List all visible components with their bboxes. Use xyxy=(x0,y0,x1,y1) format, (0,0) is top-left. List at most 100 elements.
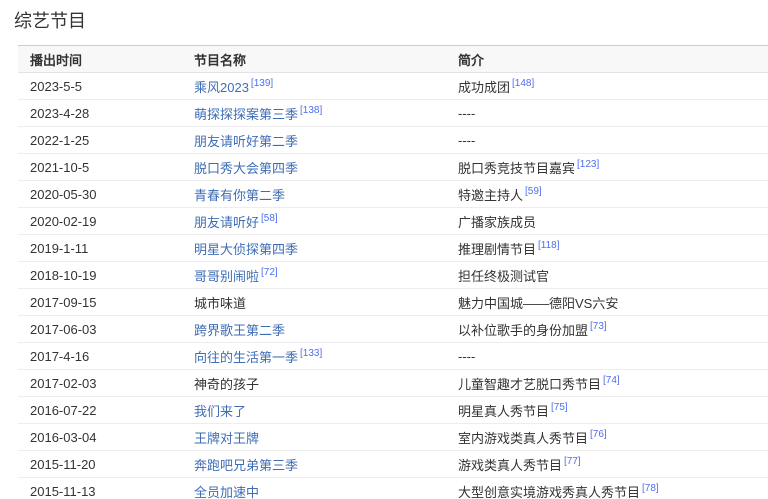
show-name-link[interactable]: 向往的生活第一季 xyxy=(194,350,298,365)
show-name-link[interactable]: 跨界歌王第二季 xyxy=(194,323,285,338)
show-name-link[interactable]: 萌探探探案第三季 xyxy=(194,107,298,122)
cell-intro: ---- xyxy=(446,127,768,154)
intro-text: 广播家族成员 xyxy=(458,215,536,230)
col-header-show-name: 节目名称 xyxy=(182,46,446,73)
cell-intro: 儿童智趣才艺脱口秀节目[74] xyxy=(446,370,768,397)
show-name-text: 神奇的孩子 xyxy=(194,377,259,392)
cell-show-name: 神奇的孩子 xyxy=(182,370,446,397)
cell-intro: 推理剧情节目[118] xyxy=(446,235,768,262)
cell-air-date: 2016-03-04 xyxy=(18,424,182,451)
show-name-link[interactable]: 青春有你第二季 xyxy=(194,188,285,203)
table-row: 2015-11-13全员加速中大型创意实境游戏秀真人秀节目[78] xyxy=(18,478,768,499)
cell-air-date: 2022-1-25 xyxy=(18,127,182,154)
cell-intro: 担任终极测试官 xyxy=(446,262,768,289)
show-name-text: 城市味道 xyxy=(194,296,246,311)
reference-link[interactable]: [72] xyxy=(261,267,278,278)
cell-show-name: 乘风2023[139] xyxy=(182,73,446,100)
show-name-link[interactable]: 朋友请听好第二季 xyxy=(194,134,298,149)
cell-show-name: 王牌对王牌 xyxy=(182,424,446,451)
cell-air-date: 2020-02-19 xyxy=(18,208,182,235)
reference-link[interactable]: [75] xyxy=(551,402,568,413)
cell-air-date: 2019-1-11 xyxy=(18,235,182,262)
reference-link[interactable]: [58] xyxy=(261,213,278,224)
cell-intro: 室内游戏类真人秀节目[76] xyxy=(446,424,768,451)
cell-show-name: 向往的生活第一季[133] xyxy=(182,343,446,370)
intro-text: ---- xyxy=(458,106,475,121)
table-row: 2020-05-30青春有你第二季特邀主持人[59] xyxy=(18,181,768,208)
cell-intro: 脱口秀竞技节目嘉宾[123] xyxy=(446,154,768,181)
cell-air-date: 2023-4-28 xyxy=(18,100,182,127)
intro-text: 儿童智趣才艺脱口秀节目 xyxy=(458,377,601,392)
cell-intro: 以补位歌手的身份加盟[73] xyxy=(446,316,768,343)
table-row: 2019-1-11 明星大侦探第四季 推理剧情节目[118] xyxy=(18,235,768,262)
cell-show-name: 萌探探探案第三季[138] xyxy=(182,100,446,127)
table-row: 2020-02-19 朋友请听好[58] 广播家族成员 xyxy=(18,208,768,235)
show-name-link[interactable]: 朋友请听好 xyxy=(194,215,259,230)
cell-air-date: 2023-5-5 xyxy=(18,73,182,100)
table-row: 2015-11-20 奔跑吧兄弟第三季 游戏类真人秀节目[77] xyxy=(18,451,768,478)
cell-air-date: 2017-06-03 xyxy=(18,316,182,343)
reference-link[interactable]: [73] xyxy=(590,321,607,332)
cell-intro: ---- xyxy=(446,100,768,127)
intro-text: 担任终极测试官 xyxy=(458,269,549,284)
cell-intro: 魅力中国城——德阳VS六安 xyxy=(446,289,768,316)
cell-intro: 明星真人秀节目[75] xyxy=(446,397,768,424)
show-name-link[interactable]: 我们来了 xyxy=(194,404,246,419)
intro-text: 游戏类真人秀节目 xyxy=(458,458,562,473)
cell-air-date: 2017-4-16 xyxy=(18,343,182,370)
cell-show-name: 明星大侦探第四季 xyxy=(182,235,446,262)
reference-link[interactable]: [138] xyxy=(300,105,322,116)
table-row: 2016-07-22 我们来了 明星真人秀节目[75] xyxy=(18,397,768,424)
reference-link[interactable]: [77] xyxy=(564,456,581,467)
cell-air-date: 2015-11-20 xyxy=(18,451,182,478)
cell-air-date: 2018-10-19 xyxy=(18,262,182,289)
cell-show-name: 脱口秀大会第四季 xyxy=(182,154,446,181)
table-row: 2017-4-16向往的生活第一季[133]---- xyxy=(18,343,768,370)
reference-link[interactable]: [74] xyxy=(603,375,620,386)
intro-text: 魅力中国城——德阳VS六安 xyxy=(458,296,618,311)
reference-link[interactable]: [78] xyxy=(642,483,659,494)
reference-link[interactable]: [123] xyxy=(577,159,599,170)
cell-intro: 特邀主持人[59] xyxy=(446,181,768,208)
show-name-link[interactable]: 全员加速中 xyxy=(194,485,259,499)
cell-show-name: 跨界歌王第二季 xyxy=(182,316,446,343)
show-name-link[interactable]: 明星大侦探第四季 xyxy=(194,242,298,257)
cell-air-date: 2017-09-15 xyxy=(18,289,182,316)
cell-air-date: 2021-10-5 xyxy=(18,154,182,181)
table-body: 2023-5-5乘风2023[139]成功成团[148]2023-4-28萌探探… xyxy=(18,73,768,499)
cell-air-date: 2015-11-13 xyxy=(18,478,182,499)
cell-intro: ---- xyxy=(446,343,768,370)
table-row: 2021-10-5 脱口秀大会第四季 脱口秀竞技节目嘉宾[123] xyxy=(18,154,768,181)
show-name-link[interactable]: 乘风2023 xyxy=(194,80,249,95)
col-header-intro: 简介 xyxy=(446,46,768,73)
intro-text: ---- xyxy=(458,133,475,148)
reference-link[interactable]: [133] xyxy=(300,348,322,359)
reference-link[interactable]: [118] xyxy=(538,240,560,251)
intro-text: 脱口秀竞技节目嘉宾 xyxy=(458,161,575,176)
reference-link[interactable]: [76] xyxy=(590,429,607,440)
reference-link[interactable]: [59] xyxy=(525,186,542,197)
cell-show-name: 我们来了 xyxy=(182,397,446,424)
cell-air-date: 2017-02-03 xyxy=(18,370,182,397)
cell-air-date: 2016-07-22 xyxy=(18,397,182,424)
table-row: 2016-03-04 王牌对王牌 室内游戏类真人秀节目[76] xyxy=(18,424,768,451)
table-row: 2017-06-03 跨界歌王第二季 以补位歌手的身份加盟[73] xyxy=(18,316,768,343)
cell-show-name: 城市味道 xyxy=(182,289,446,316)
intro-text: ---- xyxy=(458,349,475,364)
reference-link[interactable]: [148] xyxy=(512,78,534,89)
intro-text: 推理剧情节目 xyxy=(458,242,536,257)
cell-show-name: 朋友请听好第二季 xyxy=(182,127,446,154)
show-name-link[interactable]: 王牌对王牌 xyxy=(194,431,259,446)
cell-intro: 成功成团[148] xyxy=(446,73,768,100)
col-header-air-date: 播出时间 xyxy=(18,46,182,73)
variety-shows-section: 综艺节目 播出时间 节目名称 简介 2023-5-5乘风2023[139]成功成… xyxy=(0,0,768,499)
show-name-link[interactable]: 脱口秀大会第四季 xyxy=(194,161,298,176)
table-row: 2017-09-15 城市味道 魅力中国城——德阳VS六安 xyxy=(18,289,768,316)
cell-show-name: 哥哥别闹啦[72] xyxy=(182,262,446,289)
show-name-link[interactable]: 哥哥别闹啦 xyxy=(194,269,259,284)
show-name-link[interactable]: 奔跑吧兄弟第三季 xyxy=(194,458,298,473)
intro-text: 成功成团 xyxy=(458,80,510,95)
reference-link[interactable]: [139] xyxy=(251,78,273,89)
table-row: 2023-5-5乘风2023[139]成功成团[148] xyxy=(18,73,768,100)
cell-show-name: 青春有你第二季 xyxy=(182,181,446,208)
